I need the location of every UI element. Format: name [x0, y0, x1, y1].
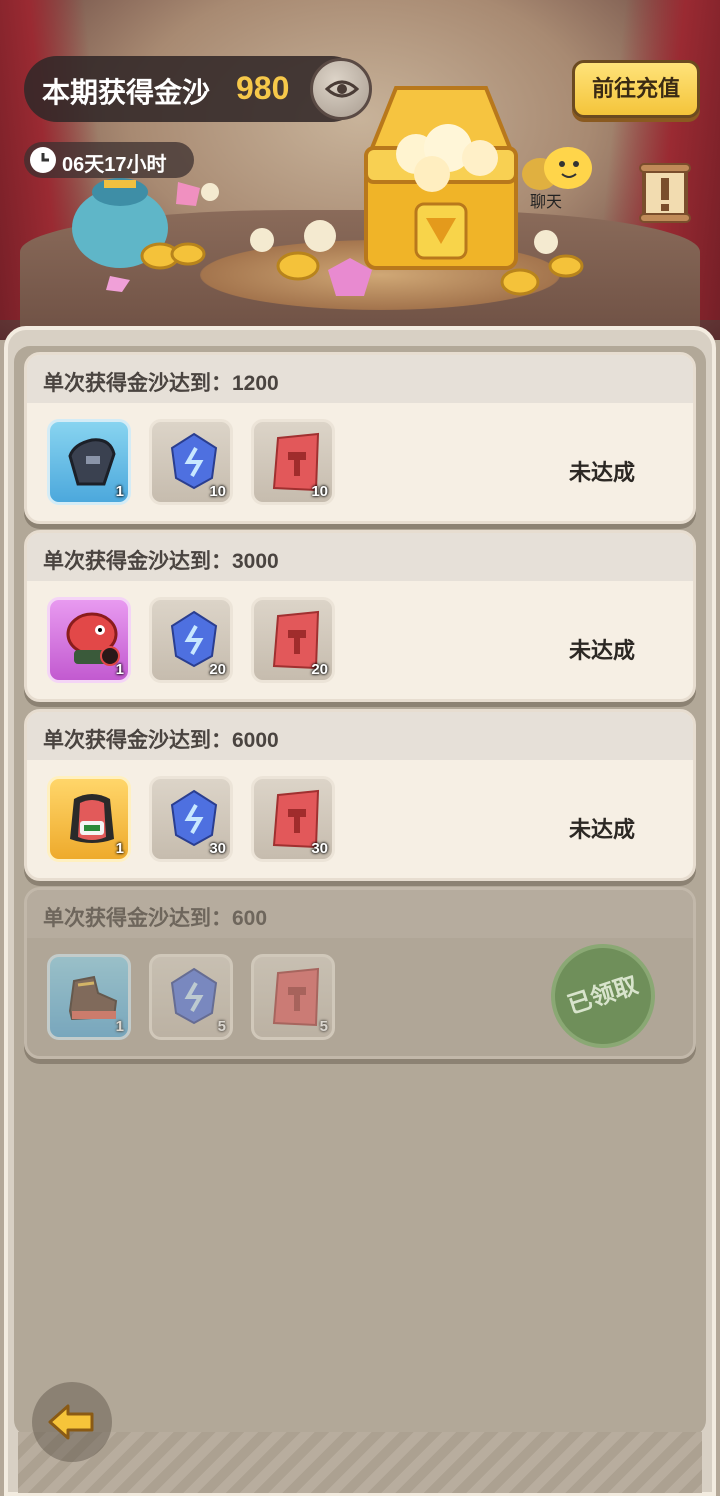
item-count: 1 [115, 483, 124, 500]
item-count: 10 [311, 483, 328, 500]
chat-label: 聊天 [530, 194, 563, 211]
tier-status: 未达成 [568, 817, 635, 842]
reward-item-crystal[interactable]: 30 [149, 776, 233, 862]
blue-crystal-icon [170, 967, 218, 1025]
monster-hat-icon [66, 612, 120, 666]
red-ticket-icon [272, 967, 320, 1027]
tier-title: 单次获得金沙达到：6000 [43, 729, 279, 752]
outfit-icon [70, 794, 114, 843]
tier-title: 单次获得金沙达到：1200 [43, 372, 279, 395]
item-count: 30 [311, 840, 328, 857]
reward-tier-card-claimed: 单次获得金沙达到：600 1 5 5 已领取 [24, 887, 696, 1059]
tier-title: 单次获得金沙达到：600 [43, 907, 268, 930]
item-count: 10 [209, 483, 226, 500]
reward-item-crystal[interactable]: 5 [149, 954, 233, 1040]
shoe-icon [68, 975, 118, 1021]
gold-sand-label: 本期获得金沙 [42, 77, 211, 108]
back-button[interactable] [32, 1382, 112, 1462]
reward-item-glove[interactable]: 1 [47, 419, 131, 505]
reward-item-crystal[interactable]: 10 [149, 419, 233, 505]
reward-item-outfit[interactable]: 1 [47, 776, 131, 862]
item-count: 1 [115, 840, 124, 857]
claimed-stamp: 已领取 [537, 930, 669, 1056]
glove-icon [68, 438, 116, 486]
recharge-button-label: 前往充值 [591, 76, 680, 101]
gold-sand-value: 980 [236, 70, 290, 106]
bottom-decoration-strip [18, 1432, 702, 1493]
eye-icon [325, 80, 359, 98]
reward-item-ticket[interactable]: 10 [251, 419, 335, 505]
reward-item-shoe[interactable]: 1 [47, 954, 131, 1040]
reward-item-monster-hat[interactable]: 1 [47, 597, 131, 683]
reward-item-crystal[interactable]: 20 [149, 597, 233, 683]
item-count: 5 [319, 1018, 328, 1035]
reward-tier-card: 单次获得金沙达到：1200 1 10 10 未达成 [24, 352, 696, 524]
reward-tier-card: 单次获得金沙达到：3000 1 20 20 未达成 [24, 530, 696, 702]
claimed-stamp-label: 已领取 [564, 971, 642, 1020]
treasure-chest [364, 86, 518, 270]
item-count: 30 [209, 840, 226, 857]
eye-button[interactable] [310, 58, 372, 120]
reward-item-ticket[interactable]: 5 [251, 954, 335, 1040]
tier-status: 未达成 [568, 638, 635, 663]
clock-icon [30, 147, 56, 173]
tier-status: 未达成 [568, 460, 635, 485]
item-count: 20 [209, 661, 226, 678]
item-count: 1 [115, 1018, 124, 1035]
reward-item-ticket[interactable]: 20 [251, 597, 335, 683]
item-count: 5 [217, 1018, 226, 1035]
back-arrow-icon [48, 1404, 94, 1440]
item-count: 1 [115, 661, 124, 678]
countdown-timer: 06天17小时 [24, 142, 194, 178]
tier-title: 单次获得金沙达到：3000 [43, 550, 279, 573]
notice-button[interactable] [636, 162, 694, 224]
item-count: 20 [311, 661, 328, 678]
recharge-button[interactable]: 前往充值 [572, 60, 700, 118]
reward-tier-card: 单次获得金沙达到：6000 1 30 30 未达成 [24, 709, 696, 881]
notice-scroll-icon [639, 163, 691, 223]
timer-text: 06天17小时 [62, 154, 167, 176]
reward-item-ticket[interactable]: 30 [251, 776, 335, 862]
